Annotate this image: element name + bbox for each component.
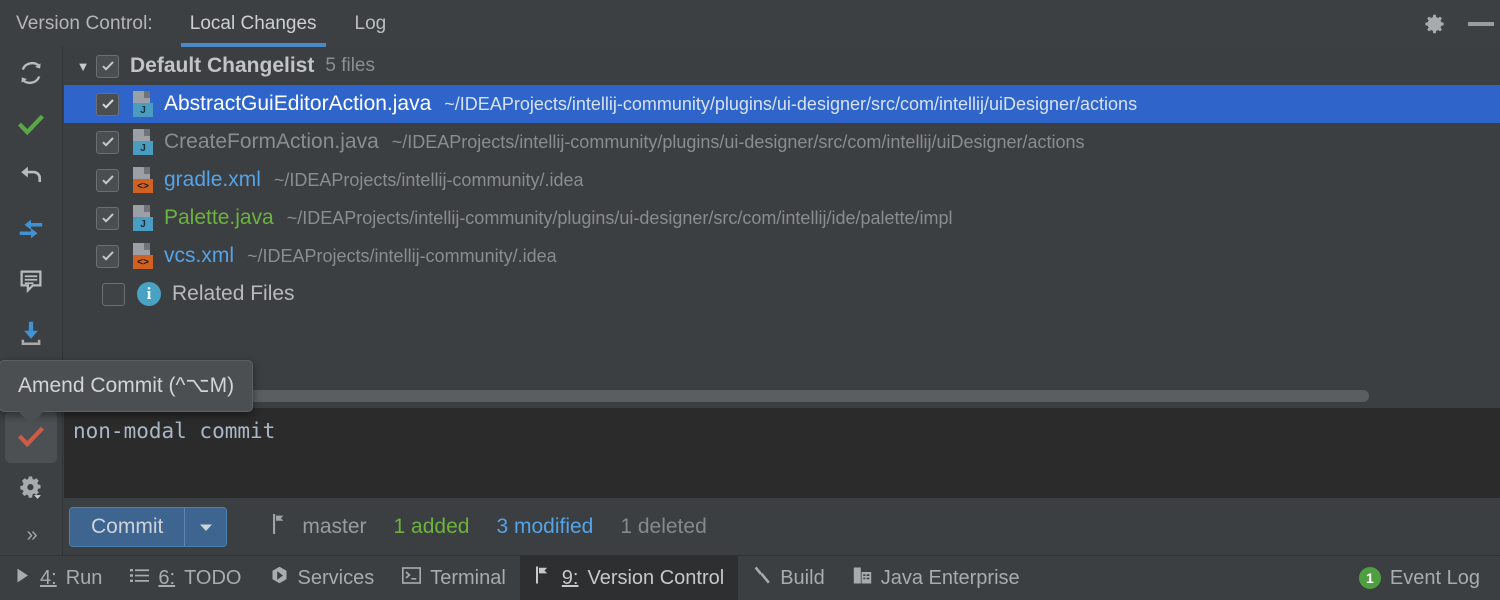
file-path: ~/IDEAProjects/intellij-community/plugin… [392,132,1085,153]
statusbar-item-todo[interactable]: 6: TODO [116,556,255,600]
statusbar-label: Java Enterprise [881,567,1020,590]
java-file-icon: J [131,205,153,231]
branch-icon [269,512,291,541]
file-name: Palette.java [164,206,274,230]
file-path: ~/IDEAProjects/intellij-community/plugin… [444,94,1137,115]
file-checkbox[interactable] [96,245,119,268]
commit-action-bar: Commit master 1 added 3 modified 1 delet… [64,498,1500,555]
play-icon [14,567,31,590]
show-diff-icon[interactable] [5,203,57,255]
statusbar-item-event-log[interactable]: 1 Event Log [1345,556,1494,600]
changelist-checkbox[interactable] [96,55,119,78]
commit-message-text: non-modal commit [73,419,275,443]
file-checkbox[interactable] [96,169,119,192]
table-row[interactable]: J CreateFormAction.java ~/IDEAProjects/i… [64,123,1500,161]
tab-log[interactable]: Log [336,0,406,47]
java-enterprise-icon [853,566,872,591]
tooltip-text: Amend Commit (^⌥M) [18,374,234,397]
related-files-checkbox[interactable] [102,283,125,306]
chevron-down-icon[interactable]: ▼ [70,59,96,74]
tooltip-amend-commit: Amend Commit (^⌥M) [0,360,253,412]
page-title: Version Control: [16,13,153,35]
statusbar-item-build[interactable]: Build [738,556,838,600]
statusbar-label: Build [780,567,824,590]
statusbar-label: Terminal [430,567,506,590]
commit-button[interactable]: Commit [70,508,184,546]
minimize-icon[interactable] [1468,11,1494,37]
statusbar-label: Event Log [1390,567,1480,590]
tool-window-header: Version Control: Local Changes Log [0,0,1500,47]
stat-added: 1 added [394,515,470,539]
vcs-branch-icon [534,565,553,591]
horizontal-scrollbar-thumb[interactable] [165,390,1369,402]
statusbar-label: TODO [184,567,241,590]
statusbar-item-terminal[interactable]: Terminal [388,556,520,600]
header-actions [1422,0,1500,47]
tooltip-arrow [18,411,44,425]
expand-chevrons-icon[interactable]: » [5,515,57,555]
file-checkbox[interactable] [96,93,119,116]
table-row[interactable]: <> gradle.xml ~/IDEAProjects/intellij-co… [64,161,1500,199]
statusbar-num: 9: [562,567,579,590]
changes-tree: ▼ Default Changelist 5 files J AbstractG… [64,47,1500,381]
hammer-icon [752,566,771,591]
message-icon[interactable] [5,255,57,307]
commit-message-input[interactable]: non-modal commit [64,408,1500,498]
file-path: ~/IDEAProjects/intellij-community/.idea [274,170,584,191]
stat-deleted: 1 deleted [620,515,706,539]
file-name: vcs.xml [164,244,234,268]
tab-local-changes[interactable]: Local Changes [171,0,336,47]
commit-button-group: Commit [69,507,227,547]
commit-check-icon[interactable] [5,99,57,151]
xml-file-icon: <> [131,167,153,193]
statusbar-item-run[interactable]: 4: Run [0,556,116,600]
info-icon: i [137,282,161,306]
gear-icon[interactable] [1422,11,1448,37]
list-icon [130,567,149,590]
file-path: ~/IDEAProjects/intellij-community/plugin… [287,208,953,229]
file-name: AbstractGuiEditorAction.java [164,92,431,116]
file-checkbox[interactable] [96,207,119,230]
refresh-icon[interactable] [5,47,57,99]
statusbar-label: Services [298,567,375,590]
changelist-count: 5 files [325,55,375,77]
table-row[interactable]: J Palette.java ~/IDEAProjects/intellij-c… [64,199,1500,237]
file-path: ~/IDEAProjects/intellij-community/.idea [247,246,557,267]
statusbar-label: Run [66,567,103,590]
file-name: gradle.xml [164,168,261,192]
statusbar-item-services[interactable]: Services [256,556,389,600]
changelist-title: Default Changelist [130,54,314,78]
status-bar: 4: Run 6: TODO Services [0,555,1500,600]
statusbar-num: 4: [40,567,57,590]
xml-file-icon: <> [131,243,153,269]
version-control-tool-window: Version Control: Local Changes Log [0,0,1500,600]
java-file-icon: J [131,129,153,155]
changelist-row[interactable]: ▼ Default Changelist 5 files [64,47,1500,85]
settings-gear-icon[interactable] [5,463,57,515]
file-checkbox[interactable] [96,131,119,154]
branch-name: master [302,515,366,539]
table-row[interactable]: J AbstractGuiEditorAction.java ~/IDEAPro… [64,85,1500,123]
services-icon [270,566,289,591]
statusbar-item-version-control[interactable]: 9: Version Control [520,556,738,600]
terminal-icon [402,567,421,590]
chevron-down-icon[interactable] [184,508,226,546]
vcs-toolbar: » [0,47,63,555]
related-files-row[interactable]: i Related Files [64,275,1500,313]
update-icon[interactable] [5,307,57,359]
stat-modified: 3 modified [496,515,593,539]
related-files-label: Related Files [172,282,295,306]
status-badge: 1 [1359,567,1381,589]
java-file-icon: J [131,91,153,117]
branch-indicator[interactable]: master [269,512,366,541]
rollback-icon[interactable] [5,151,57,203]
statusbar-num: 6: [158,567,175,590]
statusbar-label: Version Control [587,567,724,590]
table-row[interactable]: <> vcs.xml ~/IDEAProjects/intellij-commu… [64,237,1500,275]
statusbar-item-java-enterprise[interactable]: Java Enterprise [839,556,1034,600]
file-name: CreateFormAction.java [164,130,379,154]
